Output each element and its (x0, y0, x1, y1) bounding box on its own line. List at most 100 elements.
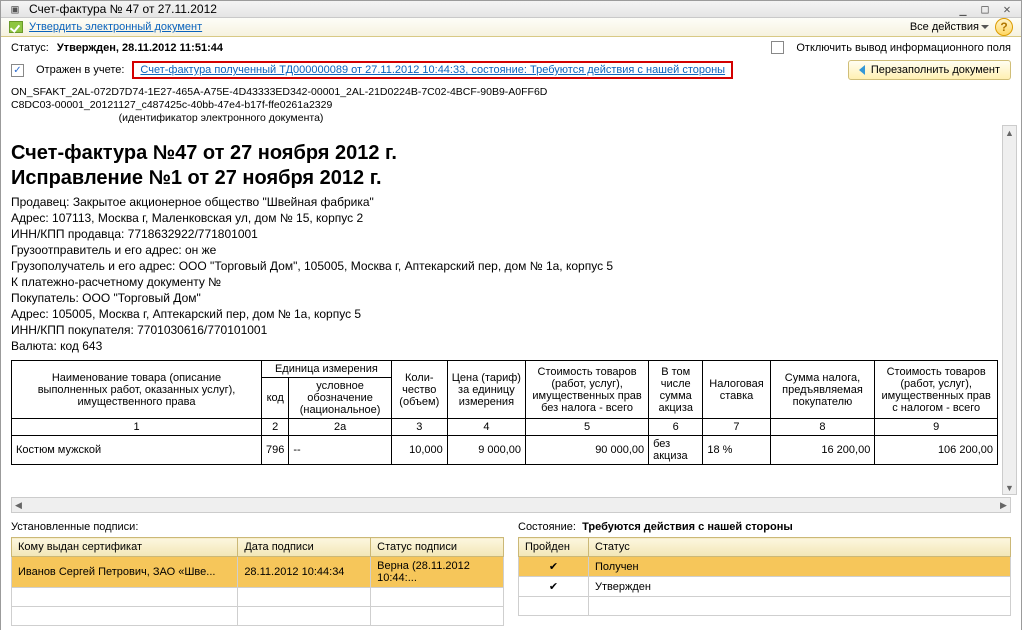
doc-id-line: C8DC03-00001_20121127_c487425c-40bb-47e4… (11, 99, 1011, 112)
close-icon[interactable]: ✕ (999, 1, 1015, 17)
signatures-table: Кому выдан сертификат Дата подписи Стату… (11, 537, 504, 626)
titlebar: ▣ Счет-фактура № 47 от 27.11.2012 _ □ ✕ (1, 1, 1021, 18)
cell-passed: ✔ (519, 557, 589, 577)
cell-name: Костюм мужской (12, 436, 262, 465)
table-row (519, 597, 1011, 616)
state-title: Состояние: Требуются действия с нашей ст… (518, 519, 1011, 537)
table-row[interactable]: ✔ Получен (519, 557, 1011, 577)
status-label: Статус: (11, 42, 49, 54)
col-num: 4 (447, 419, 525, 436)
horizontal-scrollbar[interactable]: ◀ ▶ (11, 497, 1011, 513)
toggle-info-checkbox[interactable] (771, 41, 784, 54)
cell-status: Утвержден (589, 577, 1011, 597)
chevron-down-icon (981, 25, 989, 29)
doc-meta-line: Продавец: Закрытое акционерное общество … (11, 194, 998, 210)
th-sign-status: Статус подписи (371, 538, 504, 557)
th-unit-name: условное обозначение (национальное) (289, 378, 391, 419)
approve-edoc-link[interactable]: Утвердить электронный документ (29, 21, 202, 33)
invoice-table: Наименование товара (описание выполненны… (11, 360, 998, 465)
help-icon[interactable]: ? (995, 18, 1013, 36)
th-name: Наименование товара (описание выполненны… (12, 361, 262, 419)
status-value: Утвержден, 28.11.2012 11:51:44 (57, 42, 223, 54)
th-cost-no-tax: Стоимость товаров (работ, услуг), имущес… (526, 361, 649, 419)
cell-qty: 10,000 (391, 436, 447, 465)
th-cert-owner: Кому выдан сертификат (12, 538, 238, 557)
th-status: Статус (589, 538, 1011, 557)
scroll-right-icon[interactable]: ▶ (997, 500, 1010, 511)
table-row[interactable]: Иванов Сергей Петрович, ЗАО «Шве... 28.1… (12, 557, 504, 588)
cell-tax-rate: 18 % (703, 436, 770, 465)
th-passed: Пройден (519, 538, 589, 557)
scroll-down-icon[interactable]: ▼ (1003, 481, 1016, 494)
col-num: 5 (526, 419, 649, 436)
status-row: Статус: Утвержден, 28.11.2012 11:51:44 О… (1, 37, 1021, 58)
document-content: Счет-фактура №47 от 27 ноября 2012 г. Ис… (11, 125, 998, 495)
cell-cost-with-tax: 106 200,00 (875, 436, 998, 465)
reflected-label: Отражен в учете: (36, 64, 124, 76)
refill-button-label: Перезаполнить документ (871, 64, 1000, 76)
cell-sign-status: Верна (28.11.2012 10:44:... (371, 557, 504, 588)
th-price: Цена (тариф) за единицу измерения (447, 361, 525, 419)
doc-meta-line: Адрес: 107113, Москва г, Маленковская ул… (11, 210, 998, 226)
reflected-checkbox[interactable]: ✓ (11, 64, 24, 77)
doc-meta-line: Грузополучатель и его адрес: ООО "Торгов… (11, 258, 998, 274)
table-row: Костюм мужской 796 -- 10,000 9 000,00 90… (12, 436, 998, 465)
vertical-scrollbar[interactable]: ▲ ▼ (1002, 125, 1017, 495)
maximize-icon[interactable]: □ (977, 1, 993, 17)
signatures-panel: Установленные подписи: Кому выдан сертиф… (11, 519, 504, 626)
cell-uname: -- (289, 436, 391, 465)
document-icon: ▣ (7, 1, 23, 17)
reflect-row: ✓ Отражен в учете: Счет-фактура полученн… (1, 58, 1021, 86)
state-panel: Состояние: Требуются действия с нашей ст… (518, 519, 1011, 626)
col-num: 8 (770, 419, 875, 436)
th-unit: Единица измерения (262, 361, 392, 378)
col-num: 6 (649, 419, 703, 436)
all-actions-dropdown[interactable]: Все действия (910, 21, 989, 33)
doc-title: Счет-фактура №47 от 27 ноября 2012 г. (11, 142, 998, 165)
doc-id-line: ON_SFAKT_2AL-072D7D74-1E27-465A-A75E-4D4… (11, 86, 1011, 99)
window: ▣ Счет-фактура № 47 от 27.11.2012 _ □ ✕ … (0, 0, 1022, 630)
doc-id-caption: (идентификатор электронного документа) (11, 112, 431, 125)
cell-cert-owner: Иванов Сергей Петрович, ЗАО «Шве... (12, 557, 238, 588)
th-tax-amount: Сумма налога, предъявляемая покупателю (770, 361, 875, 419)
doc-meta-line: Валюта: код 643 (11, 338, 998, 354)
state-value: Требуются действия с нашей стороны (582, 521, 793, 533)
th-qty: Коли-чество (объем) (391, 361, 447, 419)
state-table: Пройден Статус ✔ Получен ✔ Утвержден (518, 537, 1011, 616)
scroll-left-icon[interactable]: ◀ (12, 500, 25, 511)
doc-meta-line: ИНН/КПП продавца: 7718632922/771801001 (11, 226, 998, 242)
doc-meta-line: Покупатель: ООО "Торговый Дом" (11, 290, 998, 306)
refill-button[interactable]: Перезаполнить документ (848, 60, 1011, 80)
cell-passed: ✔ (519, 577, 589, 597)
linked-invoice-box: Счет-фактура полученный ТД000000089 от 2… (132, 61, 733, 79)
th-cost-with-tax: Стоимость товаров (работ, услуг), имущес… (875, 361, 998, 419)
doc-meta-line: Адрес: 105005, Москва г, Аптекарский пер… (11, 306, 998, 322)
scroll-up-icon[interactable]: ▲ (1003, 126, 1016, 139)
arrow-left-icon (859, 65, 865, 75)
col-num: 1 (12, 419, 262, 436)
cell-tax: 16 200,00 (770, 436, 875, 465)
th-sign-date: Дата подписи (238, 538, 371, 557)
th-unit-code: код (262, 378, 289, 419)
toolbar: Утвердить электронный документ Все дейст… (1, 18, 1021, 37)
th-excise: В том числе сумма акциза (649, 361, 703, 419)
cell-status: Получен (589, 557, 1011, 577)
doc-meta-line: Грузоотправитель и его адрес: он же (11, 242, 998, 258)
cell-excise: без акциза (649, 436, 703, 465)
linked-invoice-link[interactable]: Счет-фактура полученный ТД000000089 от 2… (140, 64, 725, 76)
toggle-info-label: Отключить вывод информационного поля (796, 42, 1011, 54)
cell-sign-date: 28.11.2012 10:44:34 (238, 557, 371, 588)
table-row (12, 588, 504, 607)
th-tax-rate: Налоговая ставка (703, 361, 770, 419)
signatures-title: Установленные подписи: (11, 519, 504, 537)
col-num: 7 (703, 419, 770, 436)
cell-price: 9 000,00 (447, 436, 525, 465)
all-actions-label: Все действия (910, 21, 979, 33)
cell-code: 796 (262, 436, 289, 465)
doc-subtitle: Исправление №1 от 27 ноября 2012 г. (11, 167, 998, 190)
col-num: 3 (391, 419, 447, 436)
minimize-icon[interactable]: _ (955, 1, 971, 17)
doc-meta-line: ИНН/КПП покупателя: 7701030616/770101001 (11, 322, 998, 338)
table-row[interactable]: ✔ Утвержден (519, 577, 1011, 597)
col-num: 9 (875, 419, 998, 436)
